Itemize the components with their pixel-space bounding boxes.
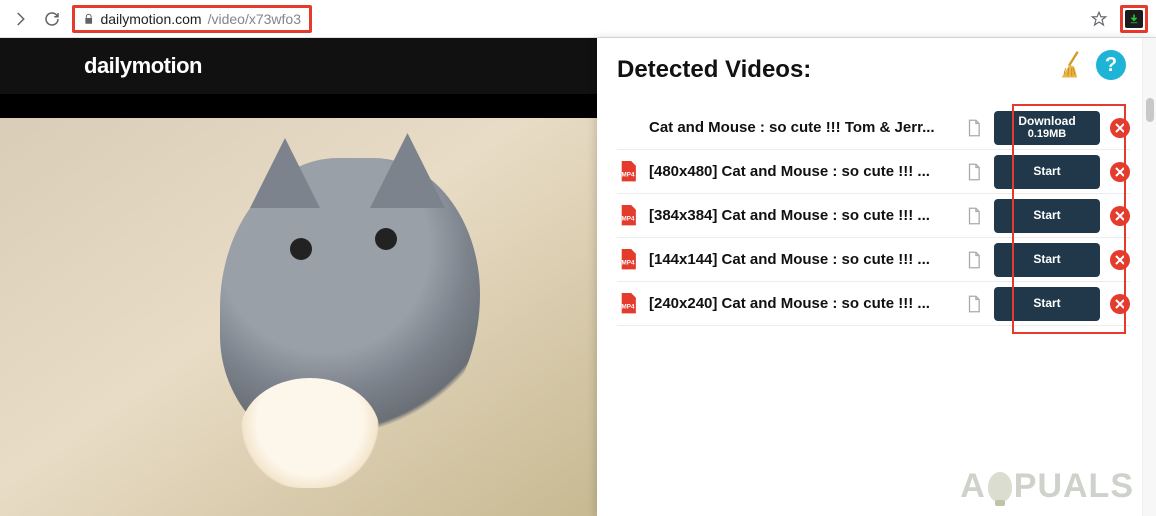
- start-button[interactable]: Start: [994, 199, 1100, 233]
- downloader-extension-button[interactable]: [1120, 5, 1148, 33]
- bookmark-star[interactable]: [1086, 6, 1112, 32]
- document-icon[interactable]: [966, 251, 984, 269]
- button-sublabel: 0.19MB: [1028, 128, 1067, 141]
- browser-toolbar: dailymotion.com/video/x73wfo3: [0, 0, 1156, 38]
- download-arrow-icon: [1125, 10, 1143, 28]
- start-button[interactable]: Start: [994, 287, 1100, 321]
- button-label: Start: [1033, 164, 1060, 178]
- watermark-logo: A PUALS: [960, 467, 1134, 506]
- extension-popup: Detected Videos: ? Cat and Mouse : so cu…: [597, 38, 1156, 516]
- address-bar[interactable]: dailymotion.com/video/x73wfo3: [72, 5, 312, 33]
- mp4-badge-icon: MP4: [617, 249, 639, 271]
- scrollbar[interactable]: [1142, 38, 1156, 516]
- svg-text:MP4: MP4: [622, 303, 635, 310]
- mp4-badge-icon: MP4: [617, 205, 639, 227]
- video-title: Cat and Mouse : so cute !!! Tom & Jerr..…: [649, 119, 956, 136]
- remove-button[interactable]: [1110, 206, 1130, 226]
- video-title: [144x144] Cat and Mouse : so cute !!! ..…: [649, 251, 956, 268]
- mp4-badge-icon: MP4: [617, 293, 639, 315]
- lock-icon: [83, 12, 94, 26]
- document-icon[interactable]: [966, 163, 984, 181]
- remove-button[interactable]: [1110, 250, 1130, 270]
- remove-button[interactable]: [1110, 118, 1130, 138]
- video-row: MP4 [240x240] Cat and Mouse : so cute !!…: [617, 282, 1130, 326]
- kitten-eye: [375, 228, 397, 250]
- video-row: Cat and Mouse : so cute !!! Tom & Jerr..…: [617, 106, 1130, 150]
- site-logo[interactable]: dailymotion: [84, 53, 202, 79]
- watermark-mid: PUALS: [1014, 467, 1134, 506]
- scrollbar-thumb[interactable]: [1146, 98, 1154, 122]
- mp4-badge-icon: MP4: [617, 161, 639, 183]
- video-player-area: [0, 94, 597, 516]
- video-title: [240x240] Cat and Mouse : so cute !!! ..…: [649, 295, 956, 312]
- video-thumbnail[interactable]: [0, 118, 597, 516]
- button-label: Download: [1018, 114, 1075, 128]
- broom-icon[interactable]: [1056, 50, 1086, 80]
- reload-button[interactable]: [40, 7, 64, 31]
- svg-text:MP4: MP4: [622, 171, 635, 178]
- url-path: /video/x73wfo3: [208, 11, 301, 27]
- video-row: MP4 [480x480] Cat and Mouse : so cute !!…: [617, 150, 1130, 194]
- button-label: Start: [1033, 252, 1060, 266]
- video-row: MP4 [384x384] Cat and Mouse : so cute !!…: [617, 194, 1130, 238]
- start-button[interactable]: Start: [994, 155, 1100, 189]
- help-icon[interactable]: ?: [1096, 50, 1126, 80]
- document-icon[interactable]: [966, 295, 984, 313]
- button-label: Start: [1033, 296, 1060, 310]
- video-row: MP4 [144x144] Cat and Mouse : so cute !!…: [617, 238, 1130, 282]
- remove-button[interactable]: [1110, 162, 1130, 182]
- bulb-icon: [988, 472, 1012, 502]
- start-button[interactable]: Start: [994, 243, 1100, 277]
- video-title: [384x384] Cat and Mouse : so cute !!! ..…: [649, 207, 956, 224]
- kitten-eye: [290, 238, 312, 260]
- watermark-pre: A: [960, 467, 986, 506]
- url-domain: dailymotion.com: [100, 11, 201, 27]
- svg-text:MP4: MP4: [622, 215, 635, 222]
- mp4-badge-icon: [617, 117, 639, 139]
- video-list: Cat and Mouse : so cute !!! Tom & Jerr..…: [617, 106, 1130, 326]
- svg-text:MP4: MP4: [622, 259, 635, 266]
- remove-button[interactable]: [1110, 294, 1130, 314]
- video-title: [480x480] Cat and Mouse : so cute !!! ..…: [649, 163, 956, 180]
- document-icon[interactable]: [966, 119, 984, 137]
- document-icon[interactable]: [966, 207, 984, 225]
- button-label: Start: [1033, 208, 1060, 222]
- popup-title: Detected Videos:: [617, 56, 1130, 84]
- download-button[interactable]: Download 0.19MB: [994, 111, 1100, 145]
- hamster-shape: [240, 378, 380, 488]
- forward-button[interactable]: [8, 7, 32, 31]
